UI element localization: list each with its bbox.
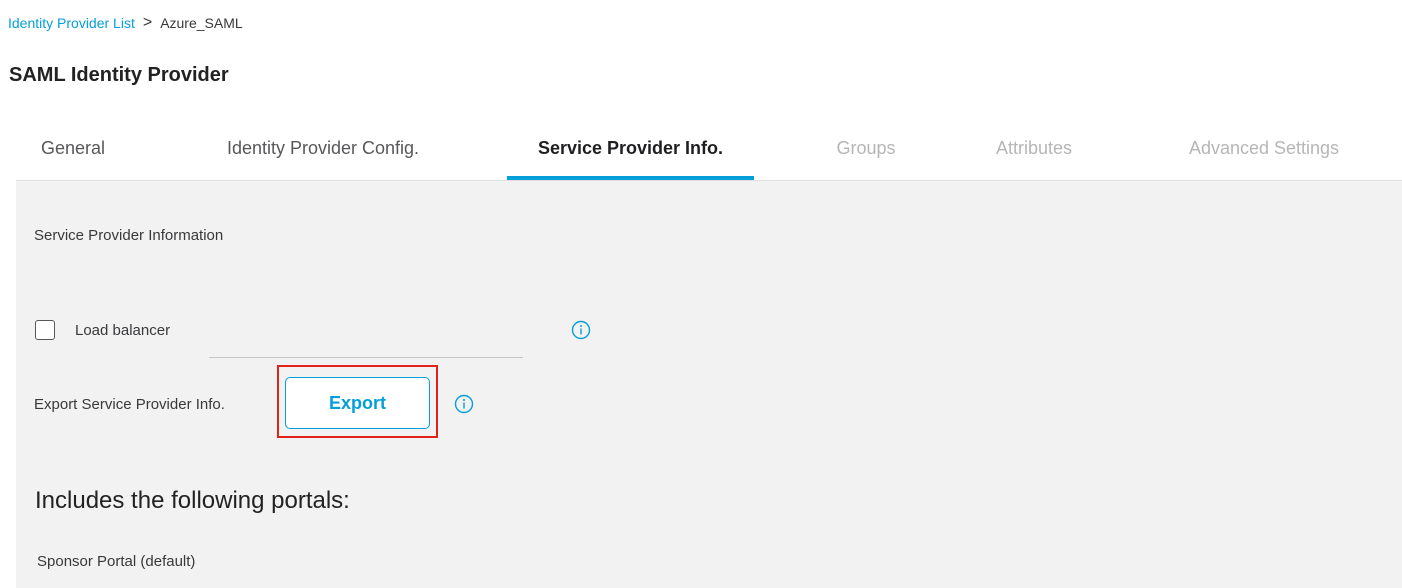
- service-provider-panel: Service Provider Information Load balanc…: [16, 181, 1402, 588]
- tab-attributes[interactable]: Attributes: [979, 120, 1089, 178]
- tab-groups[interactable]: Groups: [821, 120, 911, 178]
- breadcrumb-current: Azure_SAML: [160, 15, 243, 31]
- breadcrumb-link-identity-provider-list[interactable]: Identity Provider List: [8, 15, 135, 31]
- portals-heading: Includes the following portals:: [35, 487, 350, 514]
- breadcrumb-separator: >: [142, 14, 153, 31]
- tab-identity-provider-config[interactable]: Identity Provider Config.: [194, 120, 452, 178]
- section-label: Service Provider Information: [34, 227, 224, 244]
- tab-bar: General Identity Provider Config. Servic…: [16, 120, 1402, 181]
- breadcrumb: Identity Provider List > Azure_SAML: [8, 14, 243, 32]
- export-button[interactable]: Export: [285, 377, 430, 429]
- load-balancer-label: Load balancer: [75, 322, 171, 339]
- page-title: SAML Identity Provider: [9, 64, 229, 86]
- tab-general[interactable]: General: [34, 120, 112, 178]
- export-label: Export Service Provider Info.: [34, 396, 225, 413]
- portal-item: Sponsor Portal (default): [37, 553, 196, 570]
- info-icon[interactable]: [571, 320, 591, 340]
- load-balancer-field[interactable]: [209, 357, 523, 358]
- info-icon[interactable]: [454, 394, 474, 414]
- load-balancer-checkbox[interactable]: [35, 320, 55, 340]
- tab-service-provider-info[interactable]: Service Provider Info.: [507, 120, 754, 180]
- tab-advanced-settings[interactable]: Advanced Settings: [1164, 120, 1364, 178]
